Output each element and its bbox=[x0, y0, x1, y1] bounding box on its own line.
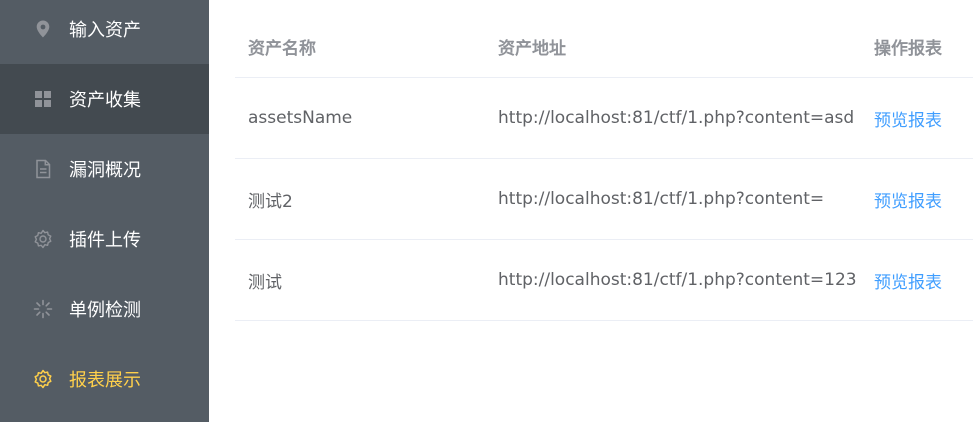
gear-icon bbox=[33, 229, 53, 249]
sidebar-item-label: 单例检测 bbox=[69, 300, 141, 321]
asset-name-cell: 测试2 bbox=[248, 191, 293, 212]
sidebar-item-label: 漏洞概况 bbox=[69, 160, 141, 181]
asset-address-cell: http://localhost:81/ctf/1.php?content= bbox=[498, 189, 825, 209]
assets-table: 资产名称 资产地址 操作报表 assetsName http://localho… bbox=[235, 16, 973, 321]
sidebar-item-label: 插件上传 bbox=[69, 230, 141, 251]
main-content: 资产名称 资产地址 操作报表 assetsName http://localho… bbox=[209, 0, 973, 422]
column-header-asset-name: 资产名称 bbox=[248, 39, 316, 59]
table-row: 测试2 http://localhost:81/ctf/1.php?conten… bbox=[235, 159, 973, 240]
asset-name-cell: assetsName bbox=[248, 108, 353, 128]
asset-address-cell: http://localhost:81/ctf/1.php?content=as… bbox=[498, 108, 855, 128]
map-pin-icon bbox=[33, 19, 53, 39]
sidebar-item-vuln-overview[interactable]: 漏洞概况 bbox=[0, 134, 209, 204]
sidebar-item-asset-collection[interactable]: 资产收集 bbox=[0, 64, 209, 134]
sidebar-menu: 输入资产 资产收集 漏洞概况 插件上传 单例检测 报表展示 bbox=[0, 0, 209, 422]
column-header-asset-address: 资产地址 bbox=[498, 39, 566, 59]
table-header-row: 资产名称 资产地址 操作报表 bbox=[235, 16, 973, 78]
grid-icon bbox=[33, 89, 53, 109]
sidebar-item-label: 资产收集 bbox=[69, 90, 141, 111]
preview-report-link[interactable]: 预览报表 bbox=[874, 159, 942, 239]
column-header-operation: 操作报表 bbox=[874, 39, 942, 59]
sidebar-item-plugin-upload[interactable]: 插件上传 bbox=[0, 204, 209, 274]
sidebar-item-label: 输入资产 bbox=[69, 20, 141, 41]
table-row: assetsName http://localhost:81/ctf/1.php… bbox=[235, 78, 973, 159]
asset-address-cell: http://localhost:81/ctf/1.php?content=12… bbox=[498, 270, 857, 290]
preview-report-link[interactable]: 预览报表 bbox=[874, 78, 942, 158]
loading-icon bbox=[33, 299, 53, 319]
table-row: 测试 http://localhost:81/ctf/1.php?content… bbox=[235, 240, 973, 321]
asset-name-cell: 测试 bbox=[248, 272, 282, 293]
sidebar-item-single-detection[interactable]: 单例检测 bbox=[0, 274, 209, 344]
app-root: 输入资产 资产收集 漏洞概况 插件上传 单例检测 报表展示 资产名称 资产地址 … bbox=[0, 0, 973, 422]
preview-report-link[interactable]: 预览报表 bbox=[874, 240, 942, 320]
document-icon bbox=[33, 159, 53, 179]
sidebar-item-report-display[interactable]: 报表展示 bbox=[0, 344, 209, 414]
gear-icon bbox=[33, 369, 53, 389]
sidebar-item-label: 报表展示 bbox=[69, 370, 141, 391]
sidebar-item-input-assets[interactable]: 输入资产 bbox=[0, 0, 209, 64]
